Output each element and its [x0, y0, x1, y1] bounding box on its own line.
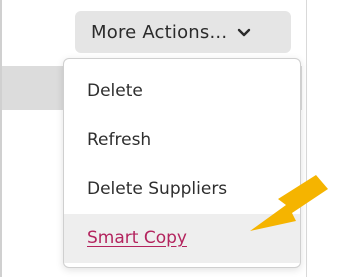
chevron-down-icon — [237, 25, 251, 39]
left-border — [0, 0, 2, 277]
menu-item-refresh[interactable]: Refresh — [64, 116, 300, 165]
menu-item-label: Delete Suppliers — [87, 179, 228, 199]
more-actions-button[interactable]: More Actions... — [75, 11, 291, 53]
menu-item-label: Delete — [87, 81, 143, 101]
screenshot-stage: More Actions... Delete Refresh Delete Su… — [0, 0, 348, 277]
menu-item-label: Smart Copy — [87, 228, 187, 248]
menu-item-label: Refresh — [87, 130, 152, 150]
pointer-arrow-icon — [250, 175, 328, 231]
menu-item-delete[interactable]: Delete — [64, 67, 300, 116]
more-actions-label: More Actions... — [91, 21, 228, 43]
